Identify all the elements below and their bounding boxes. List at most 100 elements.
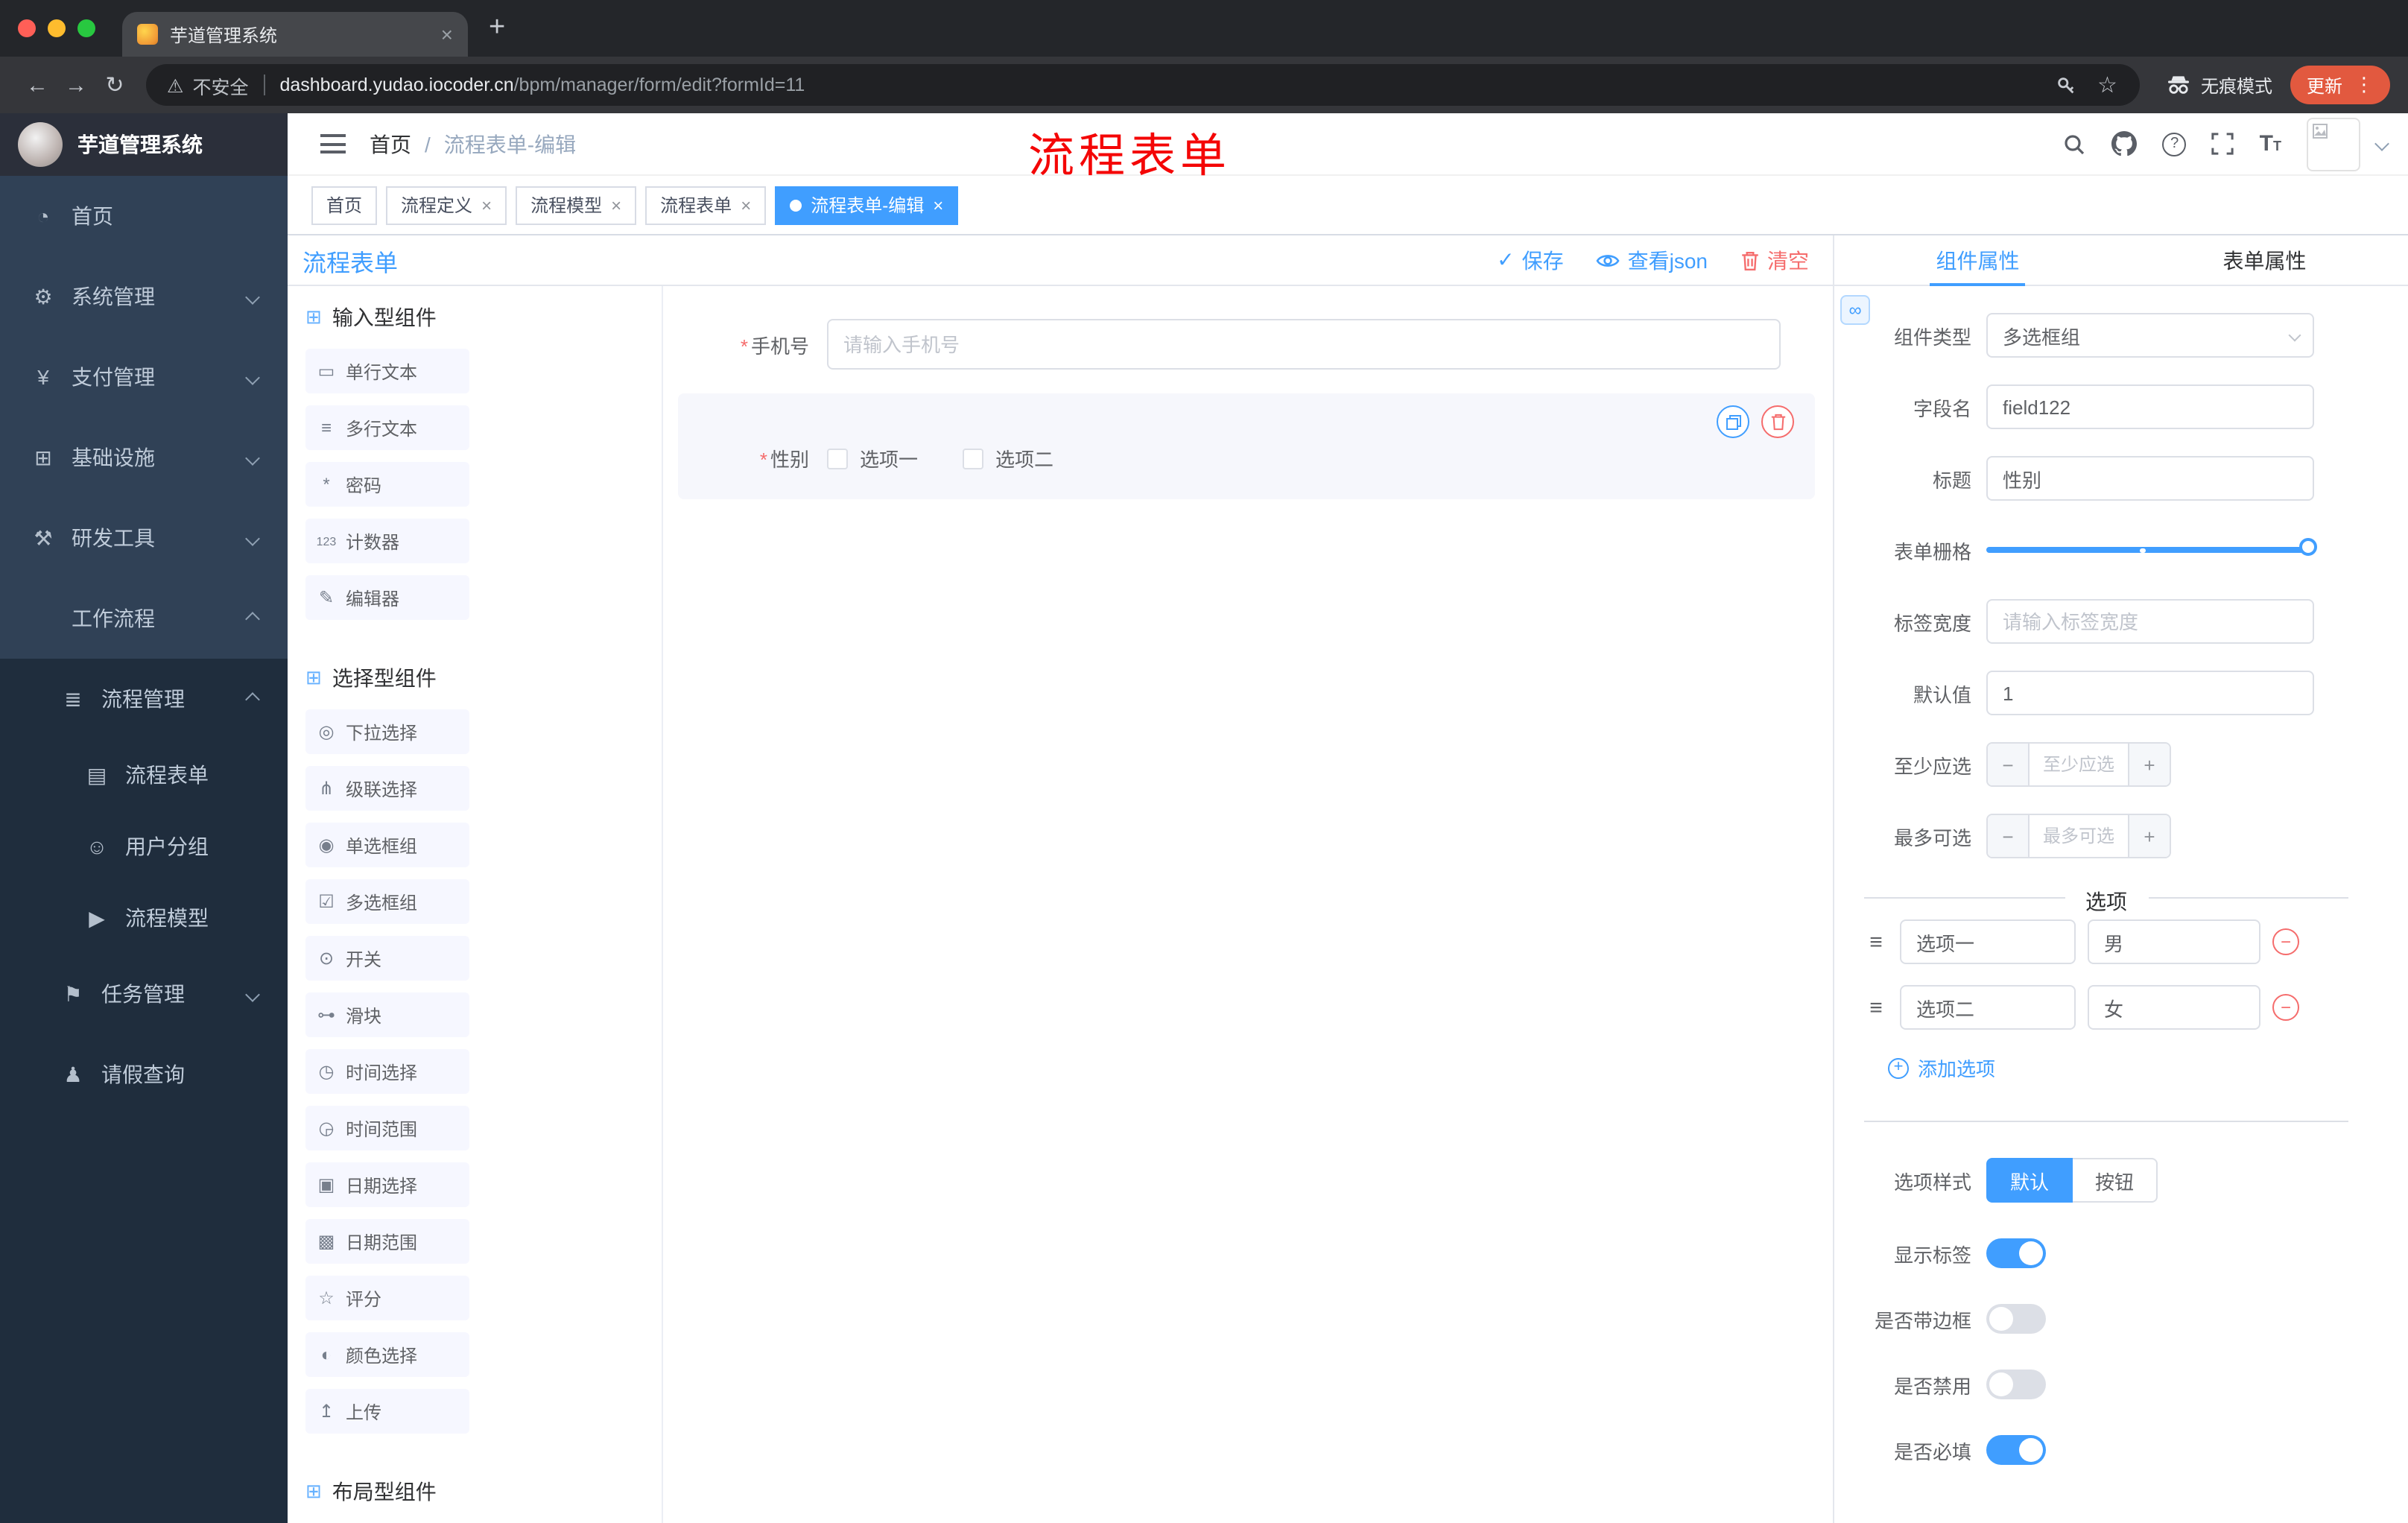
increase-button[interactable]: + <box>2128 744 2170 785</box>
minimize-window-button[interactable] <box>48 19 66 37</box>
sidebar-toggle-icon[interactable] <box>320 134 346 153</box>
component-item[interactable]: ⊙ 开关 <box>305 936 469 981</box>
delete-component-button[interactable] <box>1761 405 1794 438</box>
component-item[interactable]: ⊶ 滑块 <box>305 992 469 1037</box>
copy-component-button[interactable] <box>1717 405 1749 438</box>
sidebar-item-process-model[interactable]: ▶ 流程模型 <box>0 882 288 954</box>
component-item[interactable]: ↥ 上传 <box>305 1389 469 1434</box>
default-value-input[interactable] <box>1986 671 2314 715</box>
sidebar-item-payment-management[interactable]: ¥ 支付管理 <box>0 337 288 417</box>
add-option-button[interactable]: + 添加选项 <box>1888 1054 2408 1082</box>
field-name-input[interactable] <box>1986 384 2314 429</box>
tab-component-props[interactable]: 组件属性 <box>1834 235 2121 286</box>
forward-icon[interactable]: → <box>57 72 95 98</box>
option-value-input[interactable] <box>2088 919 2260 964</box>
component-item[interactable]: ◶ 时间范围 <box>305 1106 469 1150</box>
component-item[interactable]: ▭ 单行文本 <box>305 349 469 393</box>
bookmark-star-icon[interactable]: ☆ <box>2097 72 2117 98</box>
sidebar-item-leave-query[interactable]: ♟ 请假查询 <box>0 1034 288 1115</box>
border-switch[interactable] <box>1986 1304 2046 1334</box>
phone-input[interactable] <box>827 319 1781 370</box>
view-json-button[interactable]: 查看json <box>1597 245 1708 275</box>
gender-option-1-checkbox[interactable]: 选项一 <box>827 444 918 472</box>
sidebar-item-infrastructure[interactable]: ⊞ 基础设施 <box>0 417 288 498</box>
sidebar-item-task-management[interactable]: ⚑ 任务管理 <box>0 954 288 1034</box>
address-bar[interactable]: ⚠ 不安全 dashboard.yudao.iocoder.cn /bpm/ma… <box>146 64 2140 106</box>
zoom-window-button[interactable] <box>77 19 95 37</box>
tag-process-model[interactable]: 流程模型 × <box>516 186 637 224</box>
component-item[interactable]: ◎ 下拉选择 <box>305 709 469 754</box>
search-icon[interactable] <box>2063 132 2087 156</box>
update-button[interactable]: 更新 ⋮ <box>2290 66 2390 104</box>
title-input[interactable] <box>1986 456 2314 501</box>
user-avatar[interactable] <box>2307 117 2360 171</box>
gender-option-2-checkbox[interactable]: 选项二 <box>963 444 1054 472</box>
component-item[interactable]: ▩ 日期范围 <box>305 1219 469 1264</box>
security-chip[interactable]: ⚠ 不安全 <box>167 71 248 99</box>
tag-process-form-edit[interactable]: 流程表单-编辑 × <box>775 186 959 224</box>
component-item[interactable]: ▣ 日期选择 <box>305 1162 469 1207</box>
link-icon[interactable]: ∞ <box>1840 295 1870 325</box>
increase-button[interactable]: + <box>2128 815 2170 857</box>
close-tag-icon[interactable]: × <box>933 194 943 215</box>
remove-option-button[interactable]: − <box>2272 994 2299 1021</box>
max-select-input[interactable] <box>2030 815 2128 857</box>
component-type-select[interactable] <box>1986 313 2314 358</box>
component-item[interactable]: ✎ 编辑器 <box>305 575 469 620</box>
new-tab-button[interactable]: + <box>489 0 505 57</box>
fullscreen-icon[interactable] <box>2212 133 2234 155</box>
tag-process-form[interactable]: 流程表单 × <box>645 186 767 224</box>
component-item[interactable]: ≡ 多行文本 <box>305 405 469 450</box>
component-item[interactable]: ☆ 评分 <box>305 1276 469 1320</box>
browser-tab[interactable]: 芋道管理系统 × <box>122 12 468 57</box>
sidebar-logo[interactable]: 芋道管理系统 <box>0 113 288 176</box>
form-canvas[interactable]: *手机号 *性别 选项一 <box>663 286 1833 1523</box>
disabled-switch[interactable] <box>1986 1370 2046 1399</box>
close-tag-icon[interactable]: × <box>611 194 621 215</box>
reload-icon[interactable]: ↻ <box>95 72 134 98</box>
font-size-icon[interactable]: TT <box>2260 131 2281 156</box>
component-item[interactable]: ☑ 多选框组 <box>305 879 469 924</box>
tag-home[interactable]: 首页 <box>311 186 378 224</box>
min-select-input[interactable] <box>2030 744 2128 785</box>
sidebar-item-user-group[interactable]: ☺ 用户分组 <box>0 811 288 882</box>
avatar-caret-icon[interactable] <box>2374 136 2389 151</box>
close-tag-icon[interactable]: × <box>481 194 492 215</box>
sidebar-item-system-management[interactable]: ⚙ 系统管理 <box>0 256 288 337</box>
required-switch[interactable] <box>1986 1435 2046 1465</box>
clear-button[interactable]: 清空 <box>1740 245 1809 275</box>
selected-gender-component[interactable]: * 性别 选项一 选项二 <box>678 393 1815 499</box>
sidebar-item-dev-tools[interactable]: ⚒ 研发工具 <box>0 498 288 578</box>
component-item[interactable]: 123 计数器 <box>305 519 469 563</box>
tag-process-definition[interactable]: 流程定义 × <box>386 186 507 224</box>
form-grid-slider[interactable] <box>1986 528 2317 572</box>
close-tab-icon[interactable]: × <box>441 22 453 46</box>
component-type-value[interactable] <box>1986 313 2314 358</box>
help-icon[interactable]: ? <box>2162 132 2187 156</box>
back-icon[interactable]: ← <box>18 72 57 98</box>
option-label-input[interactable] <box>1900 985 2076 1030</box>
close-window-button[interactable] <box>18 19 36 37</box>
option-label-input[interactable] <box>1900 919 2076 964</box>
slider-handle[interactable] <box>2299 538 2317 556</box>
component-item[interactable]: ◉ 单选框组 <box>305 823 469 867</box>
phone-field[interactable]: * 手机号 <box>678 319 1833 370</box>
component-item[interactable]: ◐ 颜色选择 <box>305 1332 469 1377</box>
option-value-input[interactable] <box>2088 985 2260 1030</box>
show-label-switch[interactable] <box>1986 1238 2046 1268</box>
drag-handle-icon[interactable]: ≡ <box>1864 929 1888 954</box>
component-item[interactable]: * 密码 <box>305 462 469 507</box>
label-width-input[interactable] <box>1986 599 2314 644</box>
save-button[interactable]: ✓ 保存 <box>1497 245 1563 275</box>
style-button-button[interactable]: 按钮 <box>2073 1158 2158 1203</box>
sidebar-item-process-form[interactable]: ▤ 流程表单 <box>0 739 288 811</box>
sidebar-item-workflow[interactable]: 工作流程 <box>0 578 288 659</box>
decrease-button[interactable]: − <box>1988 815 2030 857</box>
github-icon[interactable] <box>2111 131 2138 156</box>
component-item[interactable]: ◷ 时间选择 <box>305 1049 469 1094</box>
browser-menu-icon[interactable]: ⋮ <box>2354 73 2374 97</box>
style-default-button[interactable]: 默认 <box>1986 1158 2073 1203</box>
drag-handle-icon[interactable]: ≡ <box>1864 995 1888 1020</box>
tab-form-props[interactable]: 表单属性 <box>2121 235 2408 285</box>
password-key-icon[interactable] <box>2054 74 2076 96</box>
